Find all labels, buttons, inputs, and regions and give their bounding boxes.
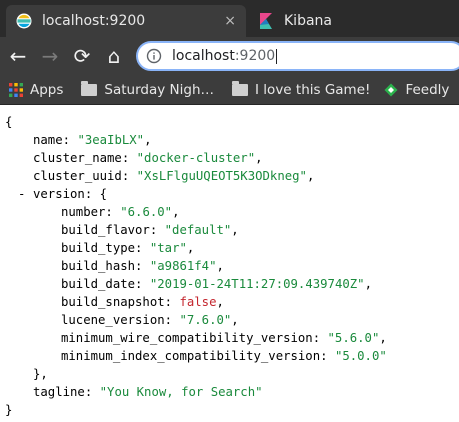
bookmark-apps[interactable]: Apps [9,75,63,104]
json-line-cluster-uuid: cluster_uuid: "XsLFlguUQEOT5K3ODkneg", [33,169,315,183]
bookmark-i-love-this-game[interactable]: I love this Game! [232,75,370,104]
elasticsearch-icon [16,13,32,29]
url-text[interactable]: localhost:9200 [172,48,278,64]
json-line-tagline: tagline: "You Know, for Search" [33,385,263,399]
reload-button[interactable]: ⟳ [70,44,94,68]
tab-localhost[interactable]: localhost:9200 × [6,5,246,37]
json-bool-value: false [179,295,217,309]
json-key: cluster_uuid [33,169,122,183]
json-string-value: "XsLFlguUQEOT5K3ODkneg" [136,169,307,183]
json-line-build-flavor: build_flavor: "default", [61,223,239,237]
json-open-brace: { [5,115,13,129]
json-punct: : { [84,187,108,201]
bookmarks-bar: Apps Saturday Nigh… I love this Game! Fe… [0,75,459,105]
json-string-value: "You Know, for Search" [99,385,263,399]
feedly-icon [384,83,398,96]
json-line-lucene-version: lucene_version: "7.6.0", [61,313,239,327]
json-string-value: "docker-cluster" [136,151,256,165]
json-key: cluster_name [33,151,122,165]
json-key: minimum_index_compatibility_version [61,349,321,363]
browser-toolbar: ← → ⟳ ⌂ localhost:9200 [0,37,459,75]
tab-title: localhost:9200 [42,13,146,29]
json-string-value: "6.6.0" [120,205,173,219]
tab-strip: localhost:9200 × Kibana [0,0,459,37]
bookmark-label: Apps [30,81,64,98]
url-port: :9200 [234,48,276,64]
json-key: build_type [61,241,136,255]
address-bar[interactable]: localhost:9200 [136,41,459,71]
bookmark-feedly[interactable]: Feedly [384,75,449,104]
json-key: build_date [61,277,136,291]
bookmark-label: I love this Game! [255,81,371,98]
json-string-value: "5.6.0" [327,331,380,345]
json-line-build-hash: build_hash: "a9861f4", [61,259,224,273]
json-key: lucene_version [61,313,165,327]
json-line-version: - version: { [0,185,459,203]
json-key: tagline [33,385,85,399]
bookmark-saturday-night[interactable]: Saturday Nigh… [81,75,214,104]
json-string-value: "default" [164,223,232,237]
apps-grid-icon [9,82,23,97]
url-host: localhost [172,48,235,64]
json-line-name: name: "3eaIbLX", [33,133,152,147]
json-string-value: "a9861f4" [149,259,217,273]
folder-icon [81,80,98,96]
json-line-cluster-name: cluster_name: "docker-cluster", [33,151,263,165]
bookmark-label: Feedly [405,81,450,98]
json-line-build-date: build_date: "2019-01-24T11:27:09.439740Z… [61,277,372,291]
json-version-close: }, [33,367,48,381]
json-key: build_hash [61,259,136,273]
json-string-value: "tar" [149,241,187,255]
json-string-value: "5.0.0" [334,349,387,363]
back-button[interactable]: ← [6,44,30,68]
folder-icon [232,80,249,96]
json-key: build_flavor [61,223,150,237]
bookmark-label: Saturday Nigh… [104,81,215,98]
json-line-build-snapshot: build_snapshot: false, [61,295,224,309]
json-line-minimum-wire-compatibility-version: minimum_wire_compatibility_version: "5.6… [61,331,387,345]
info-icon[interactable] [146,48,162,64]
json-key: version [33,187,85,201]
json-close-brace: } [5,403,13,417]
json-version-object: number: "6.6.0", build_flavor: "default",… [0,203,459,365]
home-button[interactable]: ⌂ [102,44,126,68]
json-line-minimum-index-compatibility-version: minimum_index_compatibility_version: "5.… [61,349,387,363]
json-key: number [61,205,106,219]
json-string-value: "7.6.0" [179,313,232,327]
close-tab-icon[interactable]: × [224,13,236,29]
forward-button[interactable]: → [38,44,62,68]
json-key: build_snapshot [61,295,165,309]
tab-title: Kibana [284,13,332,29]
text-caret [276,48,278,64]
json-string-value: "3eaIbLX" [77,133,145,147]
tab-kibana[interactable]: Kibana [248,5,459,37]
json-key: minimum_wire_compatibility_version [61,331,313,345]
json-viewer: { name: "3eaIbLX", cluster_name: "docker… [0,113,459,419]
json-key: name [33,133,63,147]
kibana-icon [260,13,272,29]
json-string-value: "2019-01-24T11:27:09.439740Z" [149,277,365,291]
json-line-build-type: build_type: "tar", [61,241,195,255]
collapse-toggle[interactable]: - [18,185,25,203]
json-line-number: number: "6.6.0", [61,205,180,219]
